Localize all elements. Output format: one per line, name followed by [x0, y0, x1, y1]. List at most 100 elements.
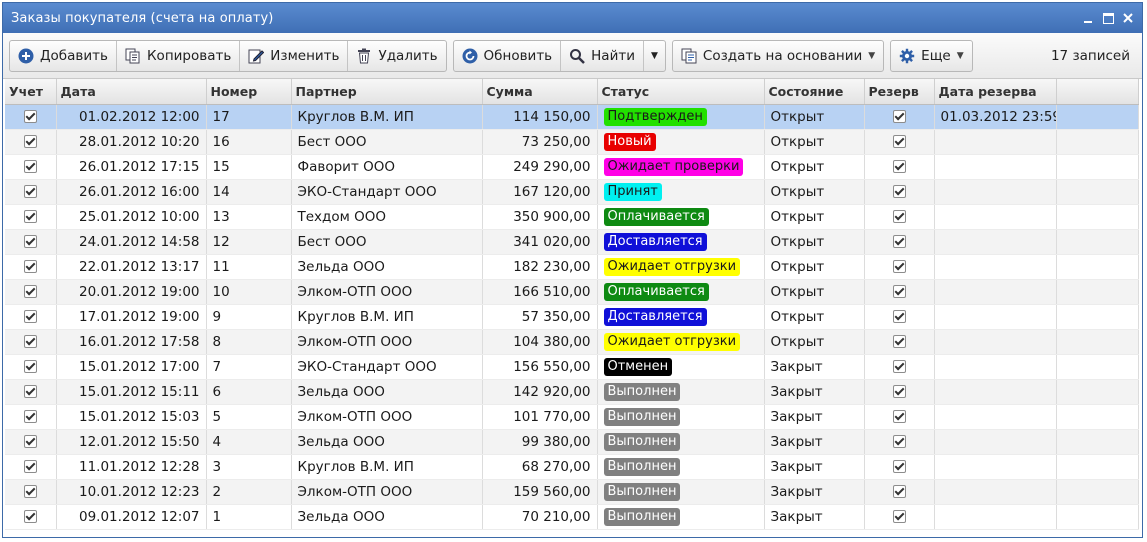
table-row[interactable]: 20.01.2012 19:00 10 Элком-ОТП ООО 166 510,0…: [5, 279, 1139, 305]
reserve-checkbox[interactable]: [892, 185, 906, 198]
orders-table: Учет Дата Номер Партнер Сумма Статус Сос…: [5, 79, 1139, 530]
uchet-checkbox[interactable]: [23, 210, 37, 223]
uchet-cell: [5, 104, 57, 130]
table-row[interactable]: 01.02.2012 12:00 17 Круглов В.М. ИП 114 150…: [5, 104, 1139, 130]
uchet-checkbox[interactable]: [23, 435, 37, 448]
reserve-checkbox[interactable]: [892, 360, 906, 373]
sum-cell: 57 350,00: [482, 304, 598, 330]
reserve-checkbox[interactable]: [892, 485, 906, 498]
uchet-checkbox[interactable]: [23, 285, 37, 298]
reserve-checkbox[interactable]: [892, 260, 906, 273]
partner-cell: ЭКО-Стандарт ООО: [291, 179, 483, 205]
column-header[interactable]: Дата: [56, 79, 207, 105]
status-cell: Новый: [597, 129, 765, 155]
sum-cell: 167 120,00: [482, 179, 598, 205]
uchet-checkbox[interactable]: [23, 235, 37, 248]
uchet-checkbox[interactable]: [23, 385, 37, 398]
sum-cell: 350 900,00: [482, 204, 598, 230]
table-row[interactable]: 11.01.2012 12:28 3 Круглов В.М. ИП 68 270,0…: [5, 454, 1139, 480]
reserve-checkbox[interactable]: [892, 235, 906, 248]
minimize-icon[interactable]: [1082, 12, 1094, 24]
table-row[interactable]: 16.01.2012 17:58 8 Элком-ОТП ООО 104 380,00…: [5, 329, 1139, 355]
table-row[interactable]: 24.01.2012 14:58 12 Бест ООО 341 020,00 Дост…: [5, 229, 1139, 255]
uchet-checkbox[interactable]: [23, 135, 37, 148]
status-badge: Выполнен: [603, 482, 681, 501]
refresh-button[interactable]: Обновить: [454, 40, 562, 71]
table-row[interactable]: 12.01.2012 15:50 4 Зельда ООО 99 380,00 Выпо…: [5, 429, 1139, 455]
table-row[interactable]: 22.01.2012 13:17 11 Зельда ООО 182 230,00 Ож…: [5, 254, 1139, 280]
uchet-checkbox[interactable]: [23, 310, 37, 323]
reserve-checkbox[interactable]: [892, 310, 906, 323]
status-cell: Оплачивается: [597, 279, 765, 305]
uchet-checkbox[interactable]: [23, 260, 37, 273]
table-row[interactable]: 10.01.2012 12:23 2 Элком-ОТП ООО 159 560,00…: [5, 479, 1139, 505]
reserve-cell: [864, 354, 935, 380]
reserve-date-cell: [934, 404, 1057, 430]
reserve-checkbox[interactable]: [892, 160, 906, 173]
table-row[interactable]: 26.01.2012 17:15 15 Фаворит ООО 249 290,00 О…: [5, 154, 1139, 180]
reserve-checkbox[interactable]: [892, 510, 906, 523]
filler-cell: [1056, 229, 1139, 255]
reserve-checkbox[interactable]: [892, 435, 906, 448]
reserve-checkbox[interactable]: [892, 410, 906, 423]
column-header[interactable]: Сумма: [482, 79, 598, 105]
column-header[interactable]: Резерв: [864, 79, 935, 105]
toolbar: Добавить Копировать Изменить Удалить Обн…: [3, 33, 1142, 79]
delete-button[interactable]: Удалить: [348, 41, 445, 71]
reserve-checkbox[interactable]: [892, 210, 906, 223]
sum-cell: 156 550,00: [482, 354, 598, 380]
uchet-checkbox[interactable]: [23, 510, 37, 523]
reserve-checkbox[interactable]: [892, 460, 906, 473]
column-header[interactable]: Учет: [5, 79, 57, 105]
edit-button[interactable]: Изменить: [240, 40, 349, 71]
reserve-checkbox[interactable]: [892, 335, 906, 348]
uchet-checkbox[interactable]: [23, 360, 37, 373]
column-header[interactable]: Статус: [597, 79, 765, 105]
reserve-date-cell: [934, 329, 1057, 355]
close-icon[interactable]: [1122, 12, 1134, 24]
filler-cell: [1056, 104, 1139, 130]
reserve-date-cell: [934, 129, 1057, 155]
create-based-on-button[interactable]: Создать на основании ▼: [673, 41, 883, 71]
edit-label: Изменить: [270, 47, 340, 64]
table-row[interactable]: 28.01.2012 10:20 16 Бест ООО 73 250,00 Новый…: [5, 129, 1139, 155]
table-row[interactable]: 25.01.2012 10:00 13 Техдом ООО 350 900,00 Оп…: [5, 204, 1139, 230]
table-row[interactable]: 26.01.2012 16:00 14 ЭКО-Стандарт ООО 167 12…: [5, 179, 1139, 205]
uchet-cell: [5, 479, 57, 505]
uchet-checkbox[interactable]: [23, 485, 37, 498]
date-cell: 10.01.2012 12:23: [56, 479, 207, 505]
uchet-checkbox[interactable]: [23, 335, 37, 348]
table-row[interactable]: 17.01.2012 19:00 9 Круглов В.М. ИП 57 350,0…: [5, 304, 1139, 330]
uchet-checkbox[interactable]: [23, 110, 37, 123]
column-header[interactable]: Состояние: [764, 79, 865, 105]
uchet-checkbox[interactable]: [23, 185, 37, 198]
more-button[interactable]: Еще ▼: [891, 41, 971, 71]
column-header[interactable]: Номер: [206, 79, 292, 105]
reserve-checkbox[interactable]: [892, 135, 906, 148]
record-count: 17 записей: [1050, 47, 1130, 64]
copy-button[interactable]: Копировать: [117, 40, 241, 71]
uchet-cell: [5, 304, 57, 330]
reserve-date-cell: [934, 504, 1057, 530]
uchet-checkbox[interactable]: [23, 460, 37, 473]
table-row[interactable]: 15.01.2012 15:11 6 Зельда ООО 142 920,00 Вып…: [5, 379, 1139, 405]
reserve-date-cell: [934, 304, 1057, 330]
reserve-checkbox[interactable]: [892, 385, 906, 398]
reserve-date-cell: [934, 454, 1057, 480]
table-row[interactable]: 09.01.2012 12:07 1 Зельда ООО 70 210,00 Выпо…: [5, 504, 1139, 530]
reserve-checkbox[interactable]: [892, 110, 906, 123]
table-row[interactable]: 15.01.2012 17:00 7 ЭКО-Стандарт ООО 156 550…: [5, 354, 1139, 380]
reserve-checkbox[interactable]: [892, 285, 906, 298]
find-button[interactable]: Найти: [561, 40, 644, 71]
column-header[interactable]: Партнер: [291, 79, 483, 105]
find-dropdown-button[interactable]: ▼: [644, 41, 665, 71]
add-button[interactable]: Добавить: [10, 40, 117, 71]
maximize-icon[interactable]: [1102, 12, 1114, 24]
uchet-checkbox[interactable]: [23, 410, 37, 423]
date-cell: 12.01.2012 15:50: [56, 429, 207, 455]
uchet-checkbox[interactable]: [23, 160, 37, 173]
table-row[interactable]: 15.01.2012 15:03 5 Элком-ОТП ООО 101 770,00…: [5, 404, 1139, 430]
status-cell: Отменен: [597, 354, 765, 380]
column-header[interactable]: Дата резерва: [934, 79, 1057, 105]
status-badge: Оплачивается: [603, 282, 709, 301]
